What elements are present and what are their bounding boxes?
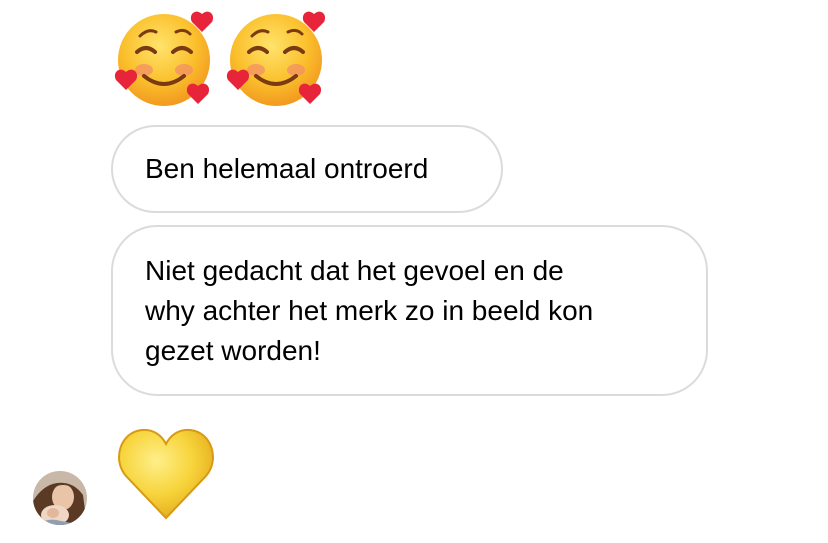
smiling-face-with-hearts-icon bbox=[226, 11, 326, 106]
avatar-photo-icon bbox=[33, 471, 87, 525]
message-text-line: gezet worden! bbox=[145, 335, 321, 366]
smiling-face-with-hearts-icon bbox=[114, 11, 214, 106]
message-bubble[interactable]: Niet gedacht dat het gevoel en de why ac… bbox=[111, 225, 708, 396]
message-bubble[interactable]: Ben helemaal ontroerd bbox=[111, 125, 503, 213]
message-text-line: Niet gedacht dat het gevoel en de bbox=[145, 255, 564, 286]
message-text-line: why achter het merk zo in beeld kon bbox=[145, 295, 594, 326]
sender-avatar[interactable] bbox=[33, 471, 87, 525]
message-text: Ben helemaal ontroerd bbox=[145, 153, 429, 184]
yellow-heart-icon[interactable] bbox=[114, 422, 218, 526]
emoji-message[interactable] bbox=[110, 8, 350, 112]
